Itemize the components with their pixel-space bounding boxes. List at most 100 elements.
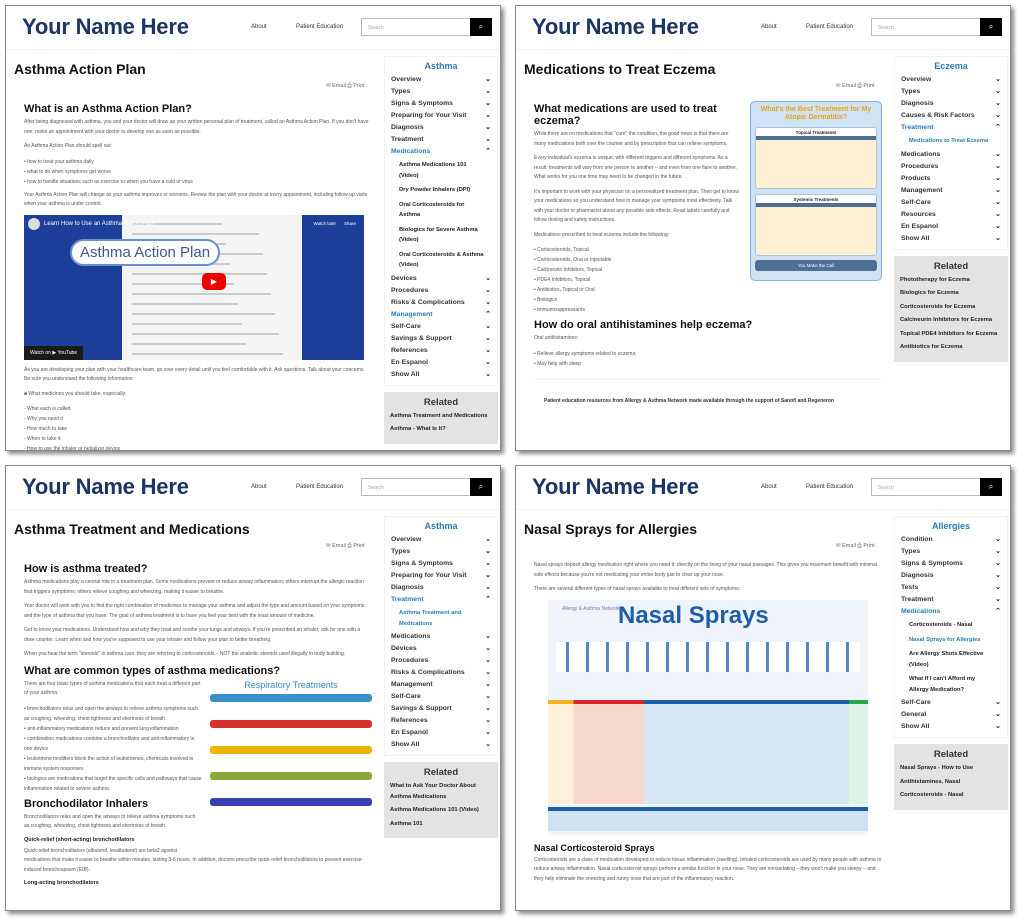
chevron-down-icon[interactable]: ⌄ bbox=[485, 345, 491, 357]
chevron-down-icon[interactable]: ⌄ bbox=[485, 739, 491, 751]
site-logo[interactable]: Your Name Here bbox=[22, 474, 189, 500]
related-link[interactable]: Topical PDE4 Inhibitors for Eczema bbox=[900, 329, 1002, 340]
nav-subitem[interactable]: Asthma Medications 101 (Video) bbox=[391, 158, 491, 183]
nav-item[interactable]: Overview ⌄ bbox=[391, 74, 491, 86]
nav-item[interactable]: Medications ⌃ bbox=[901, 606, 1001, 618]
print-link[interactable]: ⎙ Print bbox=[857, 83, 874, 89]
related-link[interactable]: Calcineurin Inhibitors for Eczema bbox=[900, 315, 1002, 326]
chevron-down-icon[interactable]: ⌄ bbox=[485, 321, 491, 333]
related-link[interactable]: Nasal Sprays - How to Use bbox=[900, 763, 1002, 774]
chevron-down-icon[interactable]: ⌄ bbox=[995, 546, 1001, 558]
nav-item[interactable]: Procedures ⌄ bbox=[391, 285, 491, 297]
watch-later-button[interactable]: Watch later bbox=[313, 221, 336, 226]
nav-patient-education[interactable]: Patient Education bbox=[296, 484, 343, 490]
nav-item[interactable]: Procedures ⌄ bbox=[391, 655, 491, 667]
related-link[interactable]: What to Ask Your Doctor About Asthma Med… bbox=[390, 781, 492, 802]
chevron-down-icon[interactable]: ⌄ bbox=[485, 703, 491, 715]
nav-item[interactable]: Treatment ⌄ bbox=[391, 134, 491, 146]
chevron-down-icon[interactable]: ⌄ bbox=[995, 709, 1001, 721]
nav-item[interactable]: Management ⌃ bbox=[391, 309, 491, 321]
nav-about[interactable]: About bbox=[251, 484, 267, 490]
chevron-down-icon[interactable]: ⌄ bbox=[995, 98, 1001, 110]
related-link[interactable]: Asthma 101 bbox=[390, 819, 492, 830]
nav-item[interactable]: Medications ⌄ bbox=[901, 149, 1001, 161]
nav-item[interactable]: Products ⌄ bbox=[901, 173, 1001, 185]
chevron-down-icon[interactable]: ⌄ bbox=[995, 197, 1001, 209]
nav-item[interactable]: Diagnosis ⌄ bbox=[391, 582, 491, 594]
nav-item[interactable]: Risks & Complications ⌄ bbox=[391, 667, 491, 679]
nav-item[interactable]: Types ⌄ bbox=[901, 546, 1001, 558]
nav-item[interactable]: Medications ⌄ bbox=[391, 631, 491, 643]
print-link[interactable]: ⎙ Print bbox=[347, 543, 364, 549]
nav-item[interactable]: Treatment ⌃ bbox=[391, 594, 491, 606]
chevron-down-icon[interactable]: ⌄ bbox=[995, 534, 1001, 546]
chevron-down-icon[interactable]: ⌄ bbox=[995, 721, 1001, 733]
chevron-down-icon[interactable]: ⌄ bbox=[485, 679, 491, 691]
chevron-up-icon[interactable]: ⌃ bbox=[485, 146, 491, 158]
chevron-down-icon[interactable]: ⌄ bbox=[995, 221, 1001, 233]
nav-item[interactable]: Types ⌄ bbox=[391, 86, 491, 98]
nav-item[interactable]: Signs & Symptoms ⌄ bbox=[391, 558, 491, 570]
chevron-down-icon[interactable]: ⌄ bbox=[485, 643, 491, 655]
chevron-down-icon[interactable]: ⌄ bbox=[485, 110, 491, 122]
site-logo[interactable]: Your Name Here bbox=[532, 14, 699, 40]
chevron-down-icon[interactable]: ⌄ bbox=[995, 233, 1001, 245]
related-link[interactable]: Corticosteroids for Eczema bbox=[900, 302, 1002, 313]
nav-item[interactable]: Overview ⌄ bbox=[901, 74, 1001, 86]
nav-item[interactable]: Signs & Symptoms ⌄ bbox=[901, 558, 1001, 570]
nav-item[interactable]: Self-Care ⌄ bbox=[901, 197, 1001, 209]
nav-patient-education[interactable]: Patient Education bbox=[806, 24, 853, 30]
chevron-down-icon[interactable]: ⌄ bbox=[995, 86, 1001, 98]
nav-subitem[interactable]: Oral Corticosteroids & Asthma (Video) bbox=[391, 248, 491, 273]
nav-subitem[interactable]: Are Allergy Shots Effective (Video) bbox=[901, 647, 1001, 672]
nav-item[interactable]: Overview ⌄ bbox=[391, 534, 491, 546]
nav-item[interactable]: Medications ⌃ bbox=[391, 146, 491, 158]
chevron-down-icon[interactable]: ⌄ bbox=[485, 74, 491, 86]
site-logo[interactable]: Your Name Here bbox=[22, 14, 189, 40]
site-logo[interactable]: Your Name Here bbox=[532, 474, 699, 500]
search-button[interactable]: ⌕ bbox=[470, 478, 492, 496]
nav-about[interactable]: About bbox=[761, 484, 777, 490]
nav-subitem[interactable]: Biologics for Severe Asthma (Video) bbox=[391, 223, 491, 248]
nav-patient-education[interactable]: Patient Education bbox=[296, 24, 343, 30]
chevron-down-icon[interactable]: ⌄ bbox=[485, 333, 491, 345]
chevron-down-icon[interactable]: ⌄ bbox=[485, 534, 491, 546]
nav-subitem[interactable]: Asthma Treatment and Medications bbox=[391, 606, 491, 631]
nav-item[interactable]: Show All ⌄ bbox=[391, 369, 491, 381]
nav-item[interactable]: Causes & Risk Factors ⌄ bbox=[901, 110, 1001, 122]
nav-subitem[interactable]: What If I can't Afford my Allergy Medica… bbox=[901, 672, 1001, 697]
nav-item[interactable]: En Espanol ⌄ bbox=[391, 357, 491, 369]
chevron-down-icon[interactable]: ⌄ bbox=[995, 185, 1001, 197]
chevron-down-icon[interactable]: ⌄ bbox=[995, 161, 1001, 173]
search-input[interactable]: Search bbox=[871, 478, 981, 496]
print-link[interactable]: ⎙ Print bbox=[857, 543, 874, 549]
search-button[interactable]: ⌕ bbox=[980, 18, 1002, 36]
related-link[interactable]: Corticosteroids - Nasal bbox=[900, 790, 1002, 801]
share-button[interactable]: Share bbox=[344, 221, 356, 226]
related-link[interactable]: Antibiotics for Eczema bbox=[900, 342, 1002, 353]
chevron-down-icon[interactable]: ⌄ bbox=[995, 149, 1001, 161]
chevron-down-icon[interactable]: ⌄ bbox=[485, 98, 491, 110]
chevron-down-icon[interactable]: ⌄ bbox=[485, 667, 491, 679]
nav-item[interactable]: Treatment ⌃ bbox=[901, 122, 1001, 134]
nav-subitem[interactable]: Nasal Sprays for Allergies bbox=[901, 633, 1001, 648]
chevron-up-icon[interactable]: ⌃ bbox=[485, 309, 491, 321]
nav-item[interactable]: En Espanol ⌄ bbox=[901, 221, 1001, 233]
chevron-down-icon[interactable]: ⌄ bbox=[485, 691, 491, 703]
nav-item[interactable]: Tests ⌄ bbox=[901, 582, 1001, 594]
chevron-down-icon[interactable]: ⌄ bbox=[485, 297, 491, 309]
chevron-down-icon[interactable]: ⌄ bbox=[485, 546, 491, 558]
chevron-down-icon[interactable]: ⌄ bbox=[485, 715, 491, 727]
chevron-down-icon[interactable]: ⌄ bbox=[485, 727, 491, 739]
related-link[interactable]: Antihistamines, Nasal bbox=[900, 777, 1002, 788]
chevron-up-icon[interactable]: ⌃ bbox=[485, 594, 491, 606]
nav-item[interactable]: References ⌄ bbox=[391, 715, 491, 727]
nav-item[interactable]: Show All ⌄ bbox=[901, 233, 1001, 245]
search-input[interactable]: Search bbox=[361, 478, 471, 496]
nav-item[interactable]: Types ⌄ bbox=[901, 86, 1001, 98]
nav-subitem[interactable]: Oral Corticosteroids for Asthma bbox=[391, 198, 491, 223]
nav-item[interactable]: Savings & Support ⌄ bbox=[391, 333, 491, 345]
nav-item[interactable]: Condition ⌄ bbox=[901, 534, 1001, 546]
nav-item[interactable]: Management ⌄ bbox=[391, 679, 491, 691]
chevron-down-icon[interactable]: ⌄ bbox=[995, 110, 1001, 122]
